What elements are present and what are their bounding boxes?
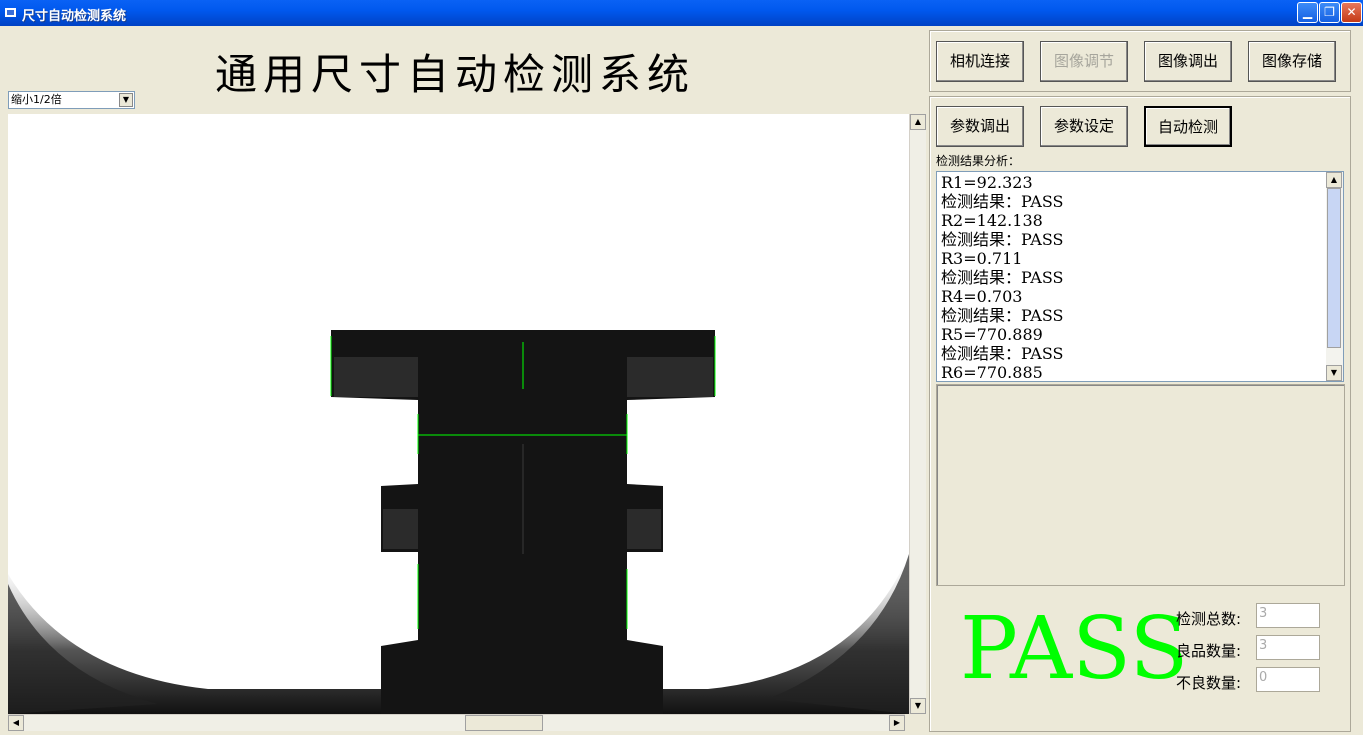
minimize-icon: ▁ — [1302, 5, 1313, 19]
good-count-label: 良品数量: — [1176, 642, 1242, 660]
scroll-up-icon[interactable]: ▲ — [910, 114, 926, 130]
param-load-button[interactable]: 参数调出 — [936, 106, 1024, 147]
image-load-button[interactable]: 图像调出 — [1144, 41, 1232, 82]
verdict-label: PASS — [960, 599, 1189, 699]
auto-inspect-button[interactable]: 自动检测 — [1144, 106, 1232, 147]
scroll-left-icon[interactable]: ◀ — [8, 715, 24, 731]
app-icon — [4, 6, 18, 20]
restore-icon: ❐ — [1324, 5, 1335, 19]
window-title: 尺寸自动检测系统 — [22, 9, 127, 24]
result-textbox[interactable]: R1=92.323 检测结果：PASS R2=142.138 检测结果：PASS R3=… — [936, 171, 1344, 382]
result-line: 检测结果：PASS — [941, 344, 1064, 363]
chevron-down-icon[interactable]: ▼ — [119, 93, 133, 107]
minimize-button[interactable]: ▁ — [1297, 2, 1318, 23]
good-count-field[interactable]: 3 — [1256, 635, 1320, 660]
viewer-vertical-scrollbar[interactable]: ▲ ▼ — [909, 114, 926, 714]
result-line: R5=770.889 — [941, 325, 1043, 344]
result-line: 检测结果：PASS — [941, 230, 1064, 249]
param-set-button[interactable]: 参数设定 — [1040, 106, 1128, 147]
result-line: 检测结果：PASS — [941, 192, 1064, 211]
restore-button[interactable]: ❐ — [1319, 2, 1340, 23]
scroll-up-icon[interactable]: ▲ — [1326, 172, 1342, 188]
bad-count-field[interactable]: 0 — [1256, 667, 1320, 692]
title-bar: 尺寸自动检测系统 ▁ ❐ ✕ — [0, 0, 1363, 26]
bad-count-label: 不良数量: — [1176, 674, 1242, 692]
result-line: R4=0.703 — [941, 287, 1023, 306]
result-line: R1=92.323 — [941, 173, 1033, 192]
result-lines: R1=92.323 检测结果：PASS R2=142.138 检测结果：PASS R3=… — [941, 173, 1064, 382]
image-adjust-button[interactable]: 图像调节 — [1040, 41, 1128, 82]
close-icon: ✕ — [1346, 5, 1357, 19]
result-line: R2=142.138 — [941, 211, 1043, 230]
result-scrollbar[interactable]: ▲ ▼ — [1326, 172, 1343, 381]
result-line: R6=770.885 — [941, 363, 1043, 382]
scroll-thumb[interactable] — [465, 715, 543, 731]
result-line: 检测结果：PASS — [941, 306, 1064, 325]
image-save-button[interactable]: 图像存储 — [1248, 41, 1336, 82]
total-count-field[interactable]: 3 — [1256, 603, 1320, 628]
detail-panel — [936, 384, 1345, 586]
main-window: 通用尺寸自动检测系统 缩小1/2倍 ▼ ▲ ▼ ◀ ▶ 相机连接 图像调节 图像… — [0, 26, 1363, 735]
zoom-dropdown[interactable]: 缩小1/2倍 ▼ — [8, 91, 135, 109]
camera-connect-button[interactable]: 相机连接 — [936, 41, 1024, 82]
result-line: R3=0.711 — [941, 249, 1023, 268]
scroll-thumb[interactable] — [1327, 188, 1341, 348]
zoom-selected-value: 缩小1/2倍 — [11, 93, 62, 106]
scroll-down-icon[interactable]: ▼ — [1326, 365, 1342, 381]
page-title: 通用尺寸自动检测系统 — [215, 50, 696, 99]
scroll-down-icon[interactable]: ▼ — [910, 698, 926, 714]
total-count-label: 检测总数: — [1176, 610, 1242, 628]
inspection-image — [8, 114, 909, 714]
result-line: 检测结果：PASS — [941, 268, 1064, 287]
result-analysis-label: 检测结果分析： — [936, 154, 1021, 168]
viewer-horizontal-scrollbar[interactable]: ◀ ▶ — [8, 714, 905, 731]
close-button[interactable]: ✕ — [1341, 2, 1362, 23]
scroll-right-icon[interactable]: ▶ — [889, 715, 905, 731]
camera-image-viewer[interactable] — [8, 114, 909, 714]
